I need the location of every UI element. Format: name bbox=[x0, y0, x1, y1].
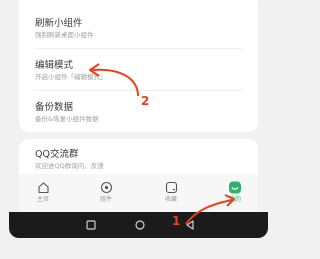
widget-icon bbox=[100, 181, 112, 194]
edit-mode-title: 编辑模式 bbox=[35, 60, 74, 71]
tab-favorites-label: 收藏 bbox=[164, 196, 177, 203]
tab-widgets-label: 组件 bbox=[99, 196, 112, 203]
step-2-label: 2 bbox=[141, 94, 150, 108]
refresh-widget-item[interactable]: 刷新小组件 强制刷新桌面小组件 bbox=[35, 18, 94, 39]
refresh-widget-subtitle: 强制刷新桌面小组件 bbox=[35, 31, 94, 39]
backup-data-title: 备份数据 bbox=[35, 102, 74, 113]
step-1-label: 1 bbox=[172, 214, 181, 228]
divider bbox=[35, 90, 242, 91]
bottom-tab-bar: 主页 组件 收藏 我的 bbox=[19, 174, 258, 212]
backup-data-item[interactable]: 备份数据 备份&恢复小组件数据 bbox=[35, 102, 99, 123]
tab-widgets[interactable]: 组件 bbox=[86, 181, 126, 203]
qq-group-card: QQ交流群 欢迎进QQ群询问、反馈 bbox=[19, 139, 258, 179]
android-navigation-bar bbox=[9, 212, 268, 238]
tab-home[interactable]: 主页 bbox=[23, 181, 63, 203]
home-icon bbox=[37, 182, 49, 194]
home-button-icon[interactable] bbox=[134, 219, 146, 231]
edit-mode-subtitle: 开启小组件「编辑模式」 bbox=[35, 73, 107, 81]
tab-home-label: 主页 bbox=[36, 196, 49, 203]
settings-card: 刷新小组件 强制刷新桌面小组件 编辑模式 开启小组件「编辑模式」 备份数据 备份… bbox=[19, 0, 258, 132]
favorites-icon bbox=[165, 181, 177, 194]
backup-data-subtitle: 备份&恢复小组件数据 bbox=[35, 115, 99, 123]
qq-group-subtitle: 欢迎进QQ群询问、反馈 bbox=[35, 162, 104, 170]
profile-icon bbox=[229, 181, 241, 194]
tab-mine[interactable]: 我的 bbox=[215, 181, 255, 203]
recent-apps-icon[interactable] bbox=[85, 219, 97, 231]
tab-favorites[interactable]: 收藏 bbox=[151, 181, 191, 203]
divider bbox=[35, 48, 242, 49]
qq-group-title: QQ交流群 bbox=[35, 149, 79, 160]
back-button-icon[interactable] bbox=[184, 219, 196, 231]
edit-mode-item[interactable]: 编辑模式 开启小组件「编辑模式」 bbox=[35, 60, 107, 81]
qq-group-item[interactable]: QQ交流群 欢迎进QQ群询问、反馈 bbox=[35, 149, 104, 170]
tab-mine-label: 我的 bbox=[228, 196, 241, 203]
refresh-widget-title: 刷新小组件 bbox=[35, 18, 83, 29]
